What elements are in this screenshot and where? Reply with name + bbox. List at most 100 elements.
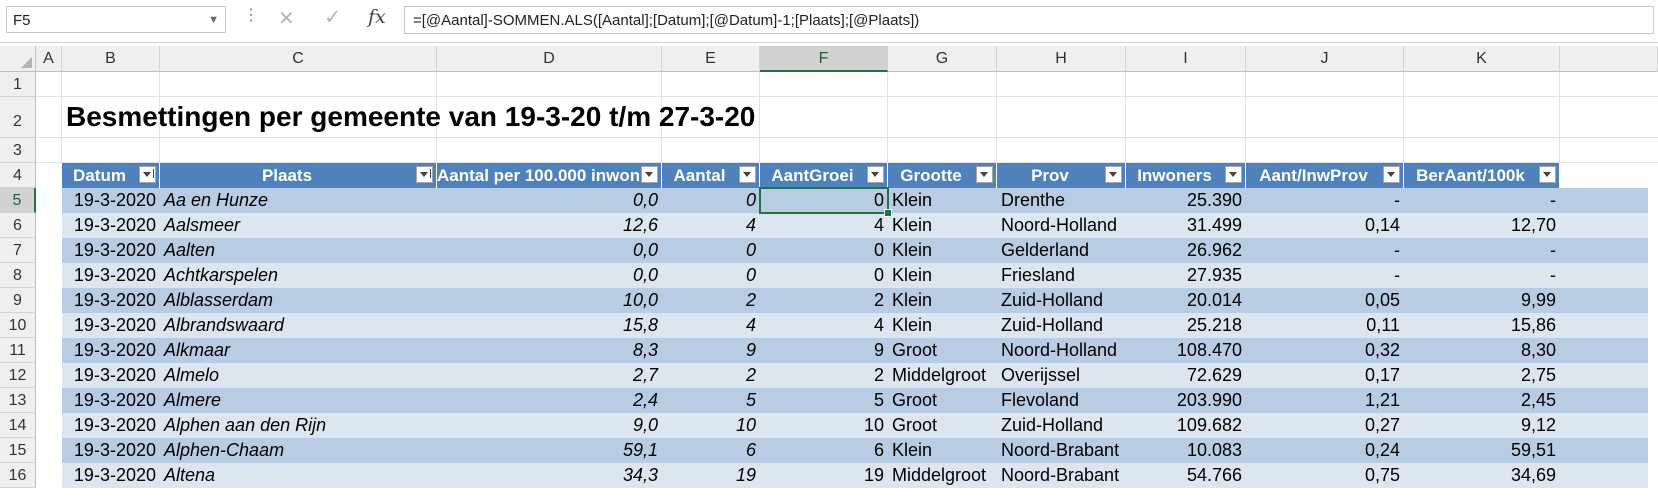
table-cell[interactable]: 2,4	[437, 388, 662, 413]
table-cell[interactable]: 2	[760, 288, 888, 313]
table-cell[interactable]: 4	[662, 313, 760, 338]
table-cell[interactable]: 0	[760, 188, 888, 213]
table-cell[interactable]: 0,0	[437, 263, 662, 288]
table-cell[interactable]: 10	[662, 413, 760, 438]
table-cell[interactable]: Zuid-Holland	[997, 413, 1126, 438]
filter-dropdown-icon[interactable]	[139, 166, 156, 183]
table-cell[interactable]: 19-3-2020	[62, 463, 160, 488]
table-cell[interactable]: 8,30	[1404, 338, 1560, 363]
table-header-cell[interactable]: AantGroei	[760, 163, 888, 188]
table-cell[interactable]: 12,70	[1404, 213, 1560, 238]
filter-dropdown-icon[interactable]	[739, 166, 756, 183]
row-header-0[interactable]: 1	[0, 72, 36, 97]
table-cell[interactable]: 4	[760, 313, 888, 338]
row-header-11[interactable]: 12	[0, 363, 36, 388]
table-cell[interactable]: 9,0	[437, 413, 662, 438]
table-cell[interactable]: Groot	[888, 388, 997, 413]
table-cell[interactable]: Friesland	[997, 263, 1126, 288]
table-cell[interactable]: 0	[662, 188, 760, 213]
table-cell[interactable]: 19-3-2020	[62, 413, 160, 438]
filter-dropdown-icon[interactable]	[641, 166, 658, 183]
table-cell[interactable]: 5	[662, 388, 760, 413]
table-header-cell[interactable]: Datum	[62, 163, 160, 188]
table-cell[interactable]: Alblasserdam	[160, 288, 437, 313]
table-cell[interactable]: 0,0	[437, 188, 662, 213]
sheet-title[interactable]: Besmettingen per gemeente van 19-3-20 t/…	[66, 101, 755, 133]
table-cell[interactable]: Middelgroot	[888, 363, 997, 388]
table-cell[interactable]: 9,12	[1404, 413, 1560, 438]
table-cell[interactable]: 203.990	[1126, 388, 1246, 413]
table-cell[interactable]: Aa en Hunze	[160, 188, 437, 213]
table-cell[interactable]: Overijssel	[997, 363, 1126, 388]
table-cell[interactable]: Groot	[888, 338, 997, 363]
table-cell[interactable]: 10,0	[437, 288, 662, 313]
table-cell[interactable]: Alkmaar	[160, 338, 437, 363]
table-cell[interactable]: 109.682	[1126, 413, 1246, 438]
table-cell[interactable]: 12,6	[437, 213, 662, 238]
row-header-13[interactable]: 14	[0, 413, 36, 438]
table-cell[interactable]: 31.499	[1126, 213, 1246, 238]
table-cell[interactable]: Almelo	[160, 363, 437, 388]
table-header-cell[interactable]: BerAant/100k	[1404, 163, 1560, 188]
table-cell[interactable]: 0	[760, 238, 888, 263]
fill-handle[interactable]	[884, 209, 892, 217]
row-header-5[interactable]: 6	[0, 213, 36, 238]
table-cell[interactable]: Albrandswaard	[160, 313, 437, 338]
table-cell[interactable]: 2	[662, 288, 760, 313]
table-cell[interactable]: 19-3-2020	[62, 238, 160, 263]
table-cell[interactable]: Middelgroot	[888, 463, 997, 488]
table-header-cell[interactable]: Inwoners	[1126, 163, 1246, 188]
table-cell[interactable]: Gelderland	[997, 238, 1126, 263]
table-cell[interactable]: Klein	[888, 438, 997, 463]
table-cell[interactable]: 0,05	[1246, 288, 1404, 313]
filter-dropdown-icon[interactable]	[1539, 166, 1556, 183]
table-cell[interactable]: Altena	[160, 463, 437, 488]
table-cell[interactable]: 19-3-2020	[62, 263, 160, 288]
filter-dropdown-icon[interactable]	[1383, 166, 1400, 183]
table-cell[interactable]: 2,7	[437, 363, 662, 388]
row-header-8[interactable]: 9	[0, 288, 36, 313]
table-cell[interactable]: 6	[760, 438, 888, 463]
table-cell[interactable]: Almere	[160, 388, 437, 413]
table-header-cell[interactable]: Grootte	[888, 163, 997, 188]
table-cell[interactable]: -	[1404, 188, 1560, 213]
table-cell[interactable]: 19	[662, 463, 760, 488]
table-cell[interactable]: Groot	[888, 413, 997, 438]
table-cell[interactable]: Zuid-Holland	[997, 313, 1126, 338]
row-header-6[interactable]: 7	[0, 238, 36, 263]
table-cell[interactable]: 25.218	[1126, 313, 1246, 338]
table-cell[interactable]: 19-3-2020	[62, 338, 160, 363]
table-cell[interactable]: 2	[760, 363, 888, 388]
table-cell[interactable]: 4	[760, 213, 888, 238]
column-header-1[interactable]: B	[62, 46, 160, 72]
table-cell[interactable]: -	[1246, 238, 1404, 263]
table-cell[interactable]: 19-3-2020	[62, 388, 160, 413]
table-cell[interactable]: Klein	[888, 313, 997, 338]
table-cell[interactable]: 0,75	[1246, 463, 1404, 488]
table-cell[interactable]: Klein	[888, 238, 997, 263]
table-cell[interactable]: 8,3	[437, 338, 662, 363]
table-cell[interactable]: 25.390	[1126, 188, 1246, 213]
name-box[interactable]: F5 ▼	[6, 6, 226, 33]
more-options-icon[interactable]: ⋮	[243, 8, 259, 24]
table-cell[interactable]: Alphen-Chaam	[160, 438, 437, 463]
table-cell[interactable]: 2	[662, 363, 760, 388]
table-cell[interactable]: 27.935	[1126, 263, 1246, 288]
table-cell[interactable]: 19-3-2020	[62, 213, 160, 238]
row-header-15[interactable]: 16	[0, 463, 36, 488]
table-cell[interactable]: 19-3-2020	[62, 313, 160, 338]
table-cell[interactable]: 0,27	[1246, 413, 1404, 438]
row-header-3[interactable]: 4	[0, 163, 36, 188]
table-cell[interactable]: 15,86	[1404, 313, 1560, 338]
row-header-4[interactable]: 5	[0, 188, 36, 213]
column-header-6[interactable]: G	[888, 46, 997, 72]
table-cell[interactable]: Alphen aan den Rijn	[160, 413, 437, 438]
table-cell[interactable]: Klein	[888, 263, 997, 288]
table-cell[interactable]: 72.629	[1126, 363, 1246, 388]
table-cell[interactable]: 19-3-2020	[62, 188, 160, 213]
row-header-7[interactable]: 8	[0, 263, 36, 288]
column-header-4[interactable]: E	[662, 46, 760, 72]
row-header-10[interactable]: 11	[0, 338, 36, 363]
column-header-9[interactable]: J	[1246, 46, 1404, 72]
table-cell[interactable]: 0,32	[1246, 338, 1404, 363]
